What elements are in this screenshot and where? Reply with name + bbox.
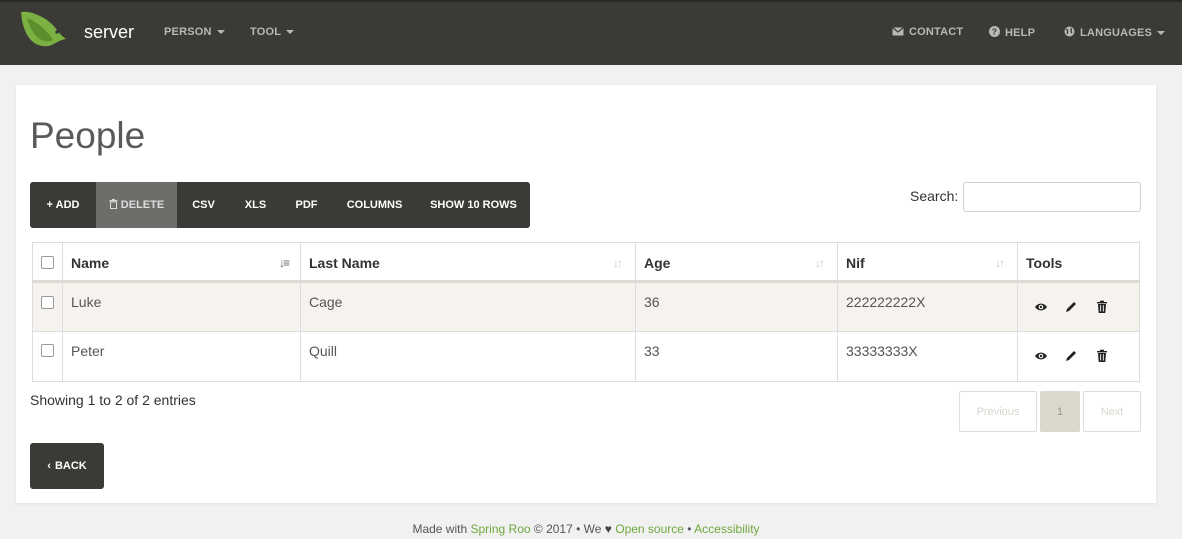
nav-languages[interactable]: LANGUAGES: [1064, 26, 1166, 39]
column-header-age[interactable]: Age: [644, 255, 670, 271]
sort-icon[interactable]: ↓↑: [613, 256, 623, 270]
column-header-nif[interactable]: Nif: [846, 255, 865, 271]
cell-name: Peter: [71, 343, 105, 359]
back-button-label: BACK: [54, 460, 87, 472]
column-divider: [62, 243, 63, 381]
nav-contact-label: CONTACT: [909, 26, 964, 38]
column-header-tools: Tools: [1026, 255, 1063, 271]
nav-contact[interactable]: CONTACT: [892, 26, 963, 38]
back-button[interactable]: ‹ BACK: [30, 443, 104, 489]
sort-icon[interactable]: ↓↑: [815, 256, 825, 270]
nav-help-label: HELP: [1005, 27, 1036, 39]
table-info: Showing 1 to 2 of 2 entries: [30, 392, 196, 408]
cell-last-name: Quill: [309, 343, 338, 359]
open-source-link[interactable]: Open source: [615, 522, 684, 536]
cell-age: 36: [644, 294, 660, 310]
footer-year: © 2017 • We: [533, 522, 602, 536]
svg-text:?: ?: [992, 27, 997, 37]
trash-icon[interactable]: [1095, 300, 1109, 314]
select-all-checkbox[interactable]: [41, 256, 54, 269]
footer: Made with Spring Roo © 2017 • We ♥ Open …: [0, 522, 1172, 536]
cell-name: Luke: [71, 294, 102, 310]
show-rows-button[interactable]: SHOW 10 ROWS: [417, 182, 530, 228]
brand-name[interactable]: server: [84, 22, 134, 43]
people-table: Name ↓≡ Last Name ↓↑ Age ↓↑ Nif ↓↑ Tools…: [32, 242, 1140, 382]
trash-icon[interactable]: [1095, 349, 1109, 363]
question-circle-icon: ?: [989, 26, 1000, 37]
envelope-icon: [892, 27, 904, 36]
eye-icon[interactable]: [1034, 300, 1048, 314]
top-navbar: server PERSON TOOL CONTACT ? HELP LANGUAG…: [0, 0, 1182, 65]
chevron-left-icon: ‹: [47, 460, 51, 472]
cell-nif: 33333333X: [846, 343, 918, 359]
nav-menu-tool[interactable]: TOOL: [250, 26, 295, 38]
column-header-last-name[interactable]: Last Name: [309, 255, 380, 271]
accessibility-link[interactable]: Accessibility: [694, 522, 759, 536]
footer-made-with: Made with: [412, 522, 468, 536]
page-title: People: [30, 115, 146, 156]
heart-icon: ♥: [604, 522, 612, 536]
spring-roo-logo-icon[interactable]: [19, 8, 67, 48]
main-panel: People + ADD DELETE CSV XLS PDF COLUMNS …: [16, 85, 1156, 503]
chevron-down-icon: [1157, 31, 1166, 36]
globe-icon: [1064, 26, 1075, 37]
nav-languages-label: LANGUAGES: [1080, 27, 1153, 39]
datatable-toolbar: + ADD DELETE CSV XLS PDF COLUMNS SHOW 10…: [30, 182, 530, 228]
table-row[interactable]: Peter Quill 33 33333333X: [33, 332, 1139, 381]
column-divider: [635, 243, 636, 381]
search-label: Search:: [910, 188, 959, 204]
xls-button[interactable]: XLS: [230, 182, 281, 228]
nav-menu-tool-label: TOOL: [250, 26, 282, 38]
column-divider: [1017, 243, 1018, 381]
pdf-button[interactable]: PDF: [281, 182, 332, 228]
column-divider: [837, 243, 838, 381]
cell-nif: 222222222X: [846, 294, 926, 310]
sort-asc-icon[interactable]: ↓≡: [279, 256, 290, 270]
pagination-next[interactable]: Next: [1083, 391, 1141, 432]
table-row[interactable]: Luke Cage 36 222222222X: [33, 283, 1139, 332]
pagination-page-1[interactable]: 1: [1040, 391, 1080, 432]
nav-help[interactable]: ? HELP: [989, 26, 1035, 39]
spring-roo-link[interactable]: Spring Roo: [471, 522, 531, 536]
cell-last-name: Cage: [309, 294, 343, 310]
pagination-previous[interactable]: Previous: [959, 391, 1037, 432]
search-input[interactable]: [963, 182, 1141, 212]
trash-icon: [109, 199, 118, 209]
footer-separator: •: [687, 522, 692, 536]
table-header: Name ↓≡ Last Name ↓↑ Age ↓↑ Nif ↓↑ Tools: [33, 243, 1139, 283]
nav-menu-person-label: PERSON: [164, 26, 212, 38]
nav-menu-person[interactable]: PERSON: [164, 26, 225, 38]
row-checkbox[interactable]: [41, 296, 54, 309]
pencil-icon[interactable]: [1064, 300, 1078, 314]
eye-icon[interactable]: [1034, 349, 1048, 363]
columns-button[interactable]: COLUMNS: [332, 182, 417, 228]
delete-button-label: DELETE: [120, 199, 165, 211]
row-checkbox[interactable]: [41, 344, 54, 357]
cell-age: 33: [644, 343, 660, 359]
chevron-down-icon: [216, 30, 225, 35]
sort-icon[interactable]: ↓↑: [995, 256, 1005, 270]
chevron-down-icon: [286, 30, 295, 35]
delete-button[interactable]: DELETE: [96, 182, 177, 228]
column-header-name[interactable]: Name: [71, 255, 109, 271]
csv-button[interactable]: CSV: [177, 182, 230, 228]
column-divider: [300, 243, 301, 381]
pencil-icon[interactable]: [1064, 349, 1078, 363]
add-button[interactable]: + ADD: [30, 182, 96, 228]
